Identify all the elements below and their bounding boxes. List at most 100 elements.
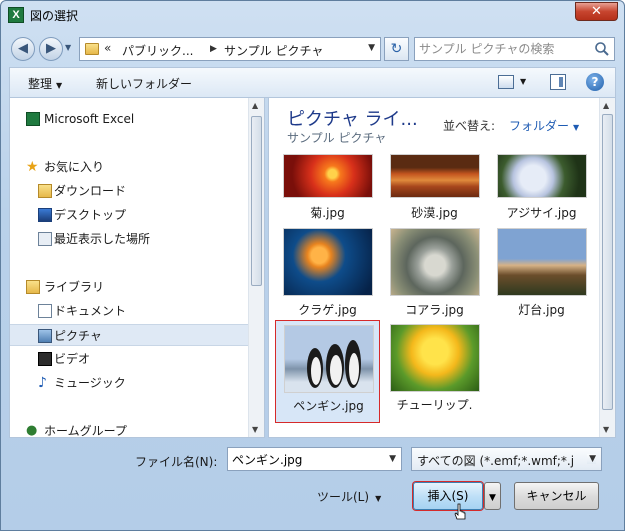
search-box[interactable] (414, 37, 615, 61)
help-icon[interactable]: ? (586, 73, 604, 91)
nav-item-music[interactable]: ♪ ミュージック (10, 372, 250, 394)
breadcrumb-separator-icon[interactable]: ▶ (210, 44, 217, 54)
address-bar[interactable]: « パブリック... ▶ サンプル ピクチャ ▼ (79, 37, 381, 61)
penguins-illustration (307, 340, 361, 388)
navigation-pane: Microsoft Excel ★ お気に入り ダウンロード デスクトップ 最近… (9, 98, 265, 438)
title-bar[interactable]: X 図の選択 ✕ (1, 1, 624, 29)
file-list-pane: ピクチャ ライ... サンプル ピクチャ 並べ替え: フォルダー ▼ 菊.jpg … (268, 98, 616, 438)
filename-combobox[interactable]: ▼ (227, 447, 402, 471)
address-dropdown-icon[interactable]: ▼ (368, 43, 375, 53)
file-name: コアラ.jpg (405, 303, 464, 317)
library-subtitle: サンプル ピクチャ (287, 131, 387, 145)
music-icon: ♪ (38, 375, 47, 391)
nav-item-label: ホームグループ (44, 424, 127, 438)
desktop-icon (38, 208, 52, 222)
file-name: 菊.jpg (310, 206, 345, 220)
nav-item-label: ドキュメント (54, 304, 127, 318)
back-button[interactable]: ◀ (11, 37, 35, 61)
arrange-by-value: フォルダー (509, 119, 570, 133)
thumbnail-penguins (284, 325, 374, 393)
refresh-button[interactable]: ↻ (384, 37, 409, 61)
nav-item-documents[interactable]: ドキュメント (10, 300, 250, 322)
nav-item-homegroup[interactable]: ● ホームグループ (10, 420, 250, 438)
nav-item-favorites[interactable]: ★ お気に入り (10, 156, 250, 178)
thumbnail-chrysanthemum (283, 154, 373, 198)
thumbnail-jellyfish (283, 228, 373, 296)
search-input[interactable] (419, 40, 591, 58)
nav-scrollbar[interactable]: ▲ ▼ (248, 98, 264, 437)
nav-item-libraries[interactable]: ライブラリ (10, 276, 250, 298)
nav-item-label: ライブラリ (44, 280, 105, 294)
scrollbar-thumb[interactable] (602, 114, 613, 410)
file-item-koala[interactable]: コアラ.jpg (382, 228, 487, 328)
change-view-icon[interactable] (498, 75, 514, 89)
chevron-down-icon: ▼ (489, 493, 496, 503)
preview-pane-icon[interactable] (550, 74, 566, 90)
nav-item-pictures[interactable]: ピクチャ (10, 324, 250, 346)
search-icon[interactable] (594, 41, 610, 57)
file-item-penguins[interactable]: ペンギン.jpg (275, 320, 380, 423)
breadcrumb-sample-pictures[interactable]: サンプル ピクチャ (224, 42, 323, 59)
pictures-icon (38, 329, 52, 343)
file-item-jellyfish[interactable]: クラゲ.jpg (275, 228, 380, 328)
file-name: 灯台.jpg (518, 303, 565, 317)
nav-item-downloads[interactable]: ダウンロード (10, 180, 250, 202)
nav-item-label: ビデオ (54, 352, 91, 366)
file-name: チューリップ. (396, 398, 473, 412)
nav-item-label: ミュージック (54, 376, 126, 390)
file-item-tulips[interactable]: チューリップ. (382, 320, 487, 420)
file-name: クラゲ.jpg (298, 303, 357, 317)
breadcrumb-public[interactable]: パブリック... (122, 42, 193, 59)
scroll-down-icon[interactable]: ▼ (603, 425, 609, 434)
nav-item-microsoft-excel[interactable]: Microsoft Excel (10, 108, 250, 130)
forward-button[interactable]: ▶ (39, 37, 63, 61)
thumbnail-desert (390, 154, 480, 198)
file-item-lighthouse[interactable]: 灯台.jpg (489, 228, 594, 328)
view-options-dropdown-icon[interactable]: ▼ (520, 77, 526, 86)
chevron-down-icon[interactable]: ▼ (389, 454, 396, 464)
video-icon (38, 352, 52, 366)
tools-menu[interactable]: ツール(L) ▼ (317, 488, 381, 505)
documents-icon (38, 304, 52, 318)
chevron-down-icon: ▼ (375, 494, 382, 503)
star-icon: ★ (26, 159, 39, 175)
thumbnail-lighthouse (497, 228, 587, 296)
file-name: 砂漠.jpg (411, 206, 458, 220)
insert-options-button[interactable]: ▼ (484, 482, 501, 510)
file-list-scrollbar[interactable]: ▲ ▼ (599, 98, 615, 437)
nav-item-label: お気に入り (44, 160, 105, 174)
cancel-button[interactable]: キャンセル (514, 482, 599, 510)
nav-item-label: 最近表示した場所 (54, 232, 151, 246)
filename-input[interactable] (232, 451, 380, 467)
arrange-by-dropdown[interactable]: フォルダー ▼ (509, 117, 579, 134)
scroll-up-icon[interactable]: ▲ (603, 101, 609, 110)
file-type-filter-value: すべての図 (*.emf;*.wmf;*.j (417, 454, 575, 468)
nav-item-desktop[interactable]: デスクトップ (10, 204, 250, 226)
overflow-chevron[interactable]: « (104, 41, 111, 55)
download-folder-icon (38, 184, 52, 198)
recent-pages-dropdown[interactable]: ▼ (65, 43, 71, 52)
command-bar: 整理 ▼ 新しいフォルダー ▼ ? (9, 67, 616, 98)
scroll-down-icon[interactable]: ▼ (252, 425, 258, 434)
scrollbar-thumb[interactable] (251, 116, 262, 286)
scroll-up-icon[interactable]: ▲ (252, 101, 258, 110)
arrow-left-icon: ◀ (18, 41, 28, 56)
thumbnail-tulips (390, 324, 480, 392)
file-type-filter[interactable]: すべての図 (*.emf;*.wmf;*.j ▼ (411, 447, 602, 471)
filename-label: ファイル名(N): (135, 455, 218, 469)
nav-item-recent-places[interactable]: 最近表示した場所 (10, 228, 250, 250)
nav-item-label: ピクチャ (54, 329, 102, 343)
window-title: 図の選択 (30, 9, 79, 23)
refresh-icon: ↻ (390, 41, 403, 57)
chevron-down-icon: ▼ (573, 123, 580, 132)
insert-button[interactable]: 挿入(S) (413, 482, 483, 510)
chevron-down-icon: ▼ (56, 81, 63, 90)
file-name: アジサイ.jpg (506, 206, 577, 220)
library-icon (26, 280, 40, 294)
close-button[interactable]: ✕ (575, 2, 618, 21)
library-title: ピクチャ ライ... (287, 109, 418, 130)
new-folder-button[interactable]: 新しいフォルダー (96, 75, 192, 92)
organize-button[interactable]: 整理 ▼ (28, 75, 62, 92)
nav-item-videos[interactable]: ビデオ (10, 348, 250, 370)
recent-places-icon (38, 232, 52, 246)
